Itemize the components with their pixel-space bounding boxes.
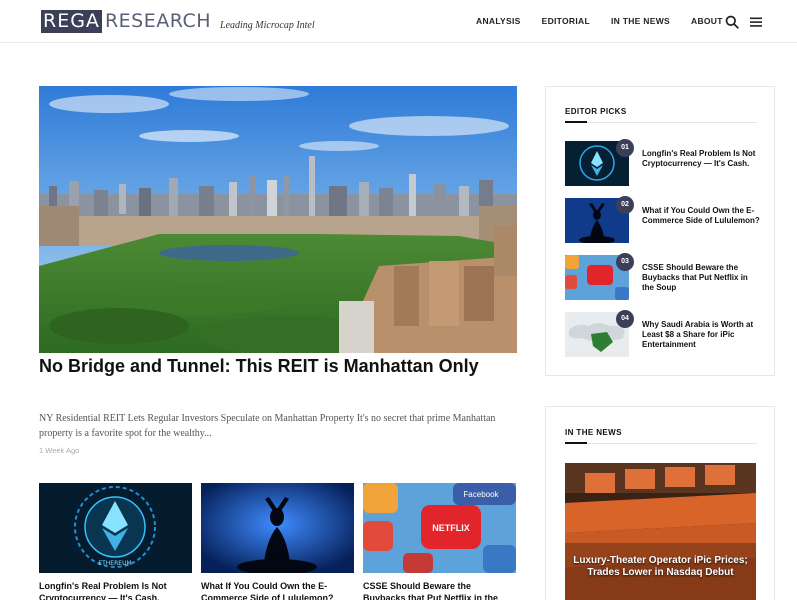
divider-accent (565, 121, 587, 123)
card-title-3[interactable]: CSSE Should Beware the Buybacks that Put… (363, 580, 516, 600)
pick-number-1: 01 (616, 139, 634, 157)
facebook-label: Facebook (463, 490, 499, 499)
in-the-news-widget: IN THE NEWS Luxury-Theater Operator iPic… (545, 406, 775, 600)
in-the-news-heading: IN THE NEWS (565, 428, 622, 437)
site-header: REGA RESEARCH Leading Microcap Intel ANA… (0, 0, 797, 43)
divider (565, 443, 757, 444)
hero-excerpt: NY Residential REIT Lets Regular Investo… (39, 413, 496, 439)
pick-number-2: 02 (616, 196, 634, 214)
card-image-ethereum[interactable]: ETHEREUM (39, 483, 192, 573)
pick-number-3: 03 (616, 253, 634, 271)
pick-title-2[interactable]: What if You Could Own the E-Commerce Sid… (642, 206, 762, 226)
logo-research: RESEARCH (104, 10, 212, 32)
pick-title-3[interactable]: CSSE Should Beware the Buybacks that Put… (642, 263, 762, 293)
editor-picks-widget: EDITOR PICKS 01 Longfin's Real Problem I… (545, 86, 775, 376)
card-title-2[interactable]: What If You Could Own the E-Commerce Sid… (201, 580, 354, 600)
divider (565, 122, 757, 123)
hero-date: 1 Week Ago (39, 446, 80, 455)
nav-analysis[interactable]: ANALYSIS (476, 16, 521, 26)
site-logo[interactable]: REGA RESEARCH Leading Microcap Intel (41, 10, 315, 33)
netflix-label: NETFLIX (432, 523, 470, 533)
ethereum-label: ETHEREUM (98, 560, 131, 567)
hero-image[interactable] (39, 86, 517, 353)
logo-tagline: Leading Microcap Intel (220, 20, 315, 31)
main-nav: ANALYSIS EDITORIAL IN THE NEWS ABOUT (476, 16, 744, 26)
news-caption[interactable]: Luxury-Theater Operator iPic Prices; Tra… (565, 555, 756, 579)
hero-title[interactable]: No Bridge and Tunnel: This REIT is Manha… (39, 355, 519, 377)
logo-rega: REGA (41, 10, 102, 33)
search-icon[interactable] (725, 15, 739, 29)
divider-accent (565, 442, 587, 444)
news-image-theater[interactable]: Luxury-Theater Operator iPic Prices; Tra… (565, 463, 756, 600)
nav-editorial[interactable]: EDITORIAL (542, 16, 590, 26)
editor-picks-heading: EDITOR PICKS (565, 107, 627, 116)
nav-about[interactable]: ABOUT (691, 16, 723, 26)
pick-number-4: 04 (616, 310, 634, 328)
nav-in-the-news[interactable]: IN THE NEWS (611, 16, 670, 26)
hamburger-menu-icon[interactable] (749, 15, 763, 29)
card-title-1[interactable]: Longfin's Real Problem Is Not Cryptocurr… (39, 580, 192, 600)
card-image-netflix[interactable]: Facebook NETFLIX (363, 483, 516, 573)
pick-title-4[interactable]: Why Saudi Arabia is Worth at Least $8 a … (642, 320, 762, 350)
pick-title-1[interactable]: Longfin's Real Problem Is Not Cryptocurr… (642, 149, 762, 169)
card-image-lululemon[interactable] (201, 483, 354, 573)
